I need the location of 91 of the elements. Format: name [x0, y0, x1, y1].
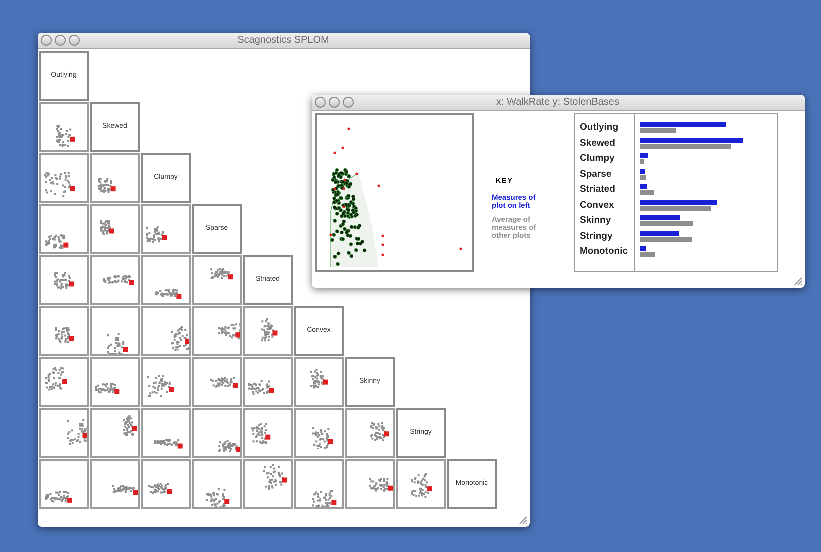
scatterplot-drawing [262, 464, 288, 490]
scatterplot-cell[interactable] [39, 153, 89, 203]
scatterplot-drawing [44, 172, 76, 197]
scatterplot-drawing [248, 380, 274, 395]
window-title: x: WalkRate y: StolenBases [496, 96, 620, 110]
scatterplot-drawing [410, 472, 432, 498]
scatterplot-cell[interactable] [192, 306, 242, 356]
scatterplot-drawing [148, 482, 172, 494]
scatterplot-cell[interactable] [39, 408, 89, 458]
scatterplot-cell[interactable] [90, 306, 140, 356]
scatterplot-drawing [44, 491, 72, 503]
scatterplot-drawing [146, 374, 174, 397]
window-control-icon[interactable] [41, 35, 52, 46]
scatterplot-drawing [218, 440, 240, 452]
scatterplot-cell[interactable] [141, 408, 191, 458]
measure-label: Skinny [580, 214, 612, 228]
scatterplot-drawing [310, 369, 328, 389]
scatterplot-drawing [146, 226, 168, 243]
scatterplot-cell[interactable] [396, 459, 446, 509]
scatterplot-drawing [54, 272, 75, 290]
scatterplot-cell[interactable] [192, 357, 242, 407]
scatterplot-cell[interactable] [141, 255, 191, 305]
scatterplot-cell[interactable] [141, 306, 191, 356]
measure-label: Convex [580, 198, 616, 212]
scatterplot-cell[interactable] [39, 357, 89, 407]
scatterplot-drawing [98, 178, 116, 194]
scatterplot-cell[interactable] [39, 459, 89, 509]
scatterplot-drawing [107, 333, 128, 354]
scatterplot-drawing [44, 367, 68, 392]
scatterplot-drawing [155, 288, 182, 300]
scatterplot-drawing [67, 418, 87, 446]
scatterplot-drawing [55, 327, 74, 344]
scatterplot-cell[interactable] [243, 306, 293, 356]
scatterplot-drawing [56, 124, 76, 148]
scatterplot-drawing [369, 478, 393, 492]
scatterplot-cell[interactable] [345, 459, 395, 509]
scatterplot-drawing [250, 423, 271, 445]
scatterplot-cell[interactable] [90, 408, 140, 458]
scatterplot-cell[interactable] [90, 459, 140, 509]
scatterplot-drawing [122, 414, 138, 436]
window-control-icon[interactable] [69, 35, 80, 46]
scatterplot-drawing [210, 376, 238, 388]
resize-grip-icon[interactable] [794, 277, 803, 286]
scatterplot-cell[interactable] [39, 204, 89, 254]
scatterplot-drawing [261, 318, 278, 342]
scatterplot-cell[interactable] [294, 459, 344, 509]
scatterplot-cell[interactable] [39, 306, 89, 356]
window-title: Scagnostics SPLOM [238, 34, 330, 48]
scatterplot-drawing [210, 268, 234, 280]
window-control-icon[interactable] [315, 97, 326, 108]
window-control-icon[interactable] [55, 35, 66, 46]
scatterplot-cell[interactable] [192, 408, 242, 458]
scatterplot-cell[interactable] [141, 459, 191, 509]
scatterplot-cell[interactable] [39, 255, 89, 305]
scatterplot-cell[interactable] [243, 459, 293, 509]
scatterplot-cell[interactable] [243, 408, 293, 458]
scatterplot-drawing [95, 383, 120, 395]
scatterplot-drawing [218, 323, 240, 340]
window-control-icon[interactable] [343, 97, 354, 108]
resize-grip-icon[interactable] [519, 516, 528, 525]
scatterplot-cell[interactable] [192, 459, 242, 509]
scatterplot-cell[interactable] [243, 357, 293, 407]
scatterplot-cell[interactable] [90, 357, 140, 407]
scatterplot-cell[interactable] [141, 204, 191, 254]
measure-label: Striated [580, 183, 616, 197]
scatterplot-cell[interactable] [294, 408, 344, 458]
window-control-icon[interactable] [329, 97, 340, 108]
scatterplot-cell[interactable] [90, 153, 140, 203]
scatterplot-drawing [102, 274, 134, 285]
scatterplot-drawing [312, 490, 337, 507]
scatterplot-drawing [170, 326, 189, 352]
scatterplot-cell[interactable] [39, 102, 89, 152]
measure-label: Sparse [580, 168, 613, 182]
measure-label: Stringy [580, 230, 614, 244]
measure-label: Outlying [580, 121, 620, 135]
scatterplot-drawing [312, 426, 334, 450]
scatterplot-cell[interactable] [90, 255, 140, 305]
scatterplot-cell[interactable] [141, 357, 191, 407]
scatterplot-drawing [100, 220, 114, 236]
measure-label: Clumpy [580, 152, 616, 166]
measure-label: Skewed [580, 136, 616, 150]
scatterplot-drawing [45, 234, 69, 250]
scatterplot-drawing [206, 488, 230, 507]
scatterplot-drawing [154, 439, 184, 450]
scatterplot-cell[interactable] [345, 408, 395, 458]
scatterplot-drawing [112, 485, 138, 496]
measure-label: Monotonic [580, 245, 630, 259]
scatterplot-drawing [370, 422, 390, 442]
scatterplot-cell[interactable] [192, 255, 242, 305]
scatterplot-cell[interactable] [294, 357, 344, 407]
scatterplot-cell[interactable] [90, 204, 140, 254]
